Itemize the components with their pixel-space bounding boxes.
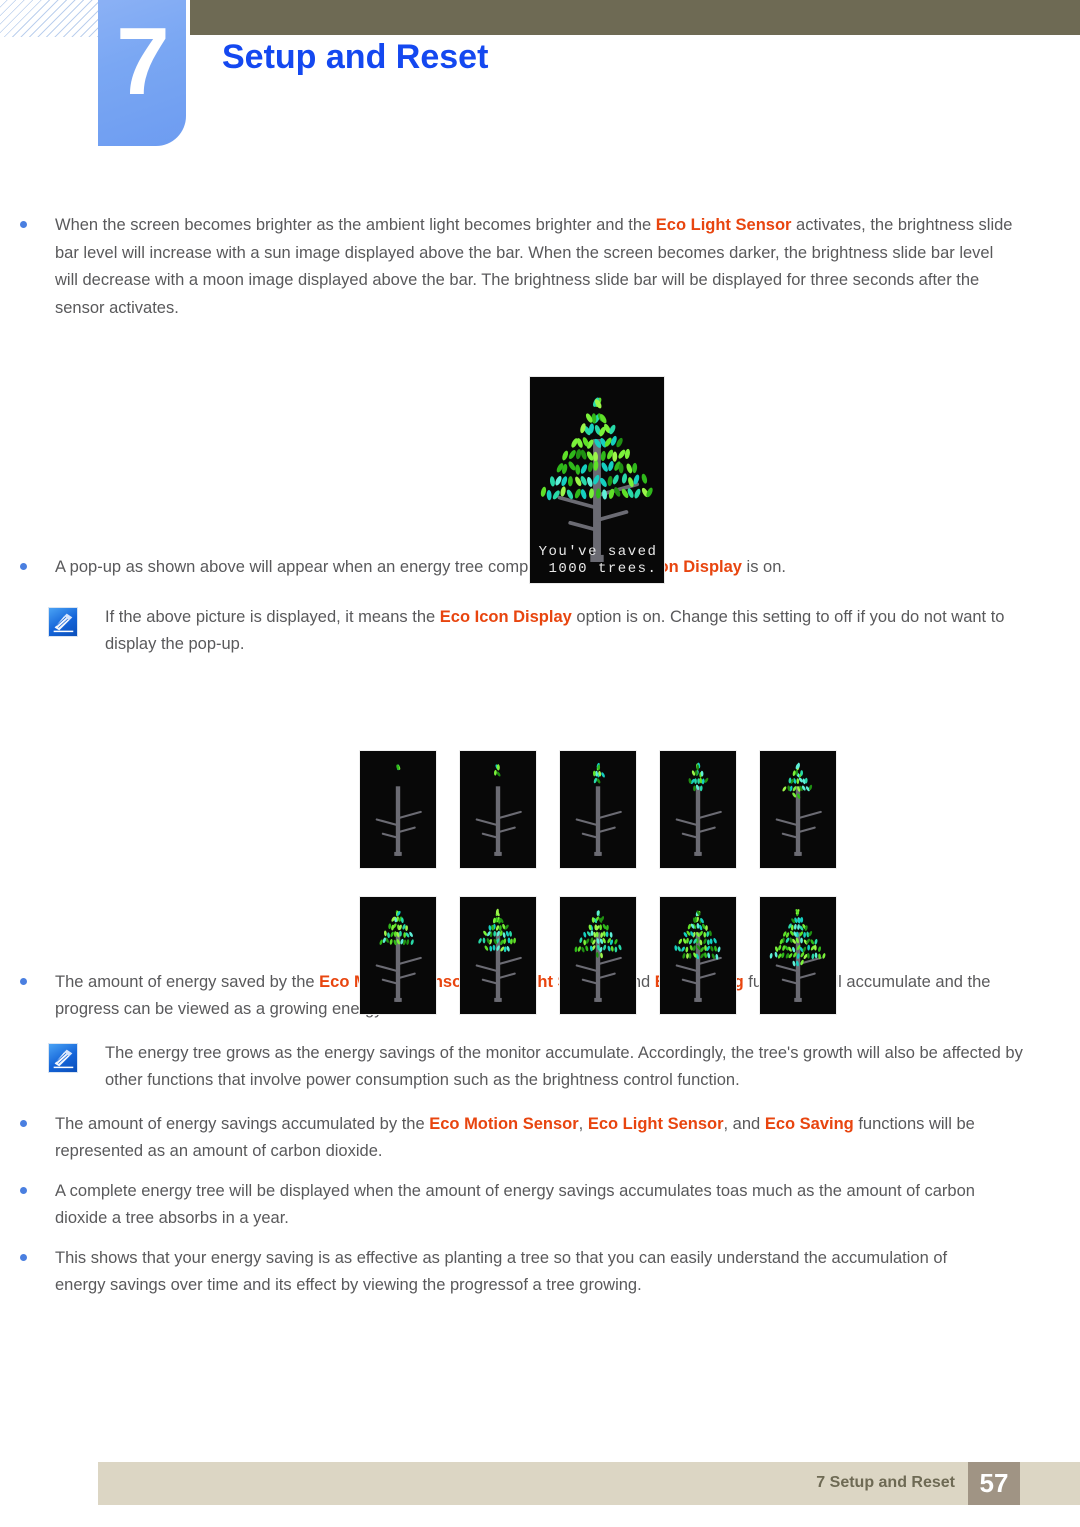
header-olive-bar xyxy=(190,0,1080,35)
chapter-number-block: 7 xyxy=(98,0,186,146)
list-item: When the screen becomes brighter as the … xyxy=(0,212,1020,322)
energy-tree-stage xyxy=(459,750,537,869)
energy-tree-stage-graphic xyxy=(660,751,736,868)
energy-tree-stage-graphic xyxy=(360,751,436,868)
highlighted-term: Eco Light Sensor xyxy=(655,216,792,234)
note-text: The energy tree grows as the energy savi… xyxy=(105,1043,1023,1090)
list-item: A pop-up as shown above will appear when… xyxy=(0,554,1020,582)
energy-tree-stage-graphic xyxy=(660,897,736,1014)
chapter-number: 7 xyxy=(116,8,169,115)
energy-tree-stage xyxy=(359,750,437,869)
page-number: 57 xyxy=(968,1462,1020,1505)
highlighted-term: Eco Icon Display xyxy=(439,607,572,626)
note-box: The energy tree grows as the energy savi… xyxy=(0,1040,1025,1095)
bullet-marker xyxy=(20,1186,27,1194)
list-item: This shows that your energy saving is as… xyxy=(0,1245,985,1300)
bullet-marker xyxy=(20,563,27,570)
energy-tree-stage-graphic xyxy=(760,751,836,868)
energy-tree-stage xyxy=(759,896,837,1015)
highlighted-term: Eco Motion Sensor xyxy=(429,1114,579,1133)
list-item: A complete energy tree will be displayed… xyxy=(0,1178,1022,1233)
note-text: If the above picture is displayed, it me… xyxy=(105,607,1005,654)
energy-tree-stage xyxy=(759,750,837,869)
highlighted-term: Eco Light Sensor xyxy=(587,1114,724,1133)
footer-label: 7 Setup and Reset xyxy=(816,1474,955,1491)
bullet-marker xyxy=(20,1253,27,1261)
bullet-text: When the screen becomes brighter as the … xyxy=(55,216,1013,317)
tree-grid-spacer xyxy=(0,659,1080,969)
bullet-marker xyxy=(20,1119,27,1127)
page-title: Setup and Reset xyxy=(222,38,489,76)
bullet-text: The amount of energy saved by the Eco Mo… xyxy=(55,972,991,1019)
highlighted-term: Eco Saving xyxy=(764,1114,854,1133)
energy-tree-stage-graphic xyxy=(560,897,636,1014)
page-footer: 7 Setup and Reset 57 xyxy=(0,1462,1080,1505)
energy-tree-popup: You've saved 1000 trees. xyxy=(529,376,665,584)
energy-tree-stage xyxy=(459,896,537,1015)
energy-tree-stage xyxy=(659,896,737,1015)
bullet-text: The amount of energy savings accumulated… xyxy=(55,1114,975,1161)
page-header: 7 Setup and Reset xyxy=(0,0,1080,150)
energy-tree-stage-graphic xyxy=(460,897,536,1014)
energy-tree-stage xyxy=(559,750,637,869)
bullet-text: A complete energy tree will be displayed… xyxy=(55,1181,975,1228)
energy-tree-stage xyxy=(559,896,637,1015)
energy-tree-stage-graphic xyxy=(760,897,836,1014)
energy-tree-stage xyxy=(659,750,737,869)
note-pencil-icon xyxy=(48,1042,78,1073)
list-item: The amount of energy savings accumulated… xyxy=(0,1111,1020,1166)
energy-tree-stage-graphic xyxy=(460,751,536,868)
energy-tree-stage xyxy=(359,896,437,1015)
page-content: When the screen becomes brighter as the … xyxy=(0,150,1080,1300)
energy-tree-stage-graphic xyxy=(360,897,436,1014)
energy-tree-popup-text: You've saved 1000 trees. xyxy=(538,544,658,577)
note-pencil-icon xyxy=(48,606,78,637)
energy-tree-stage-graphic xyxy=(560,751,636,868)
bullet-text: This shows that your energy saving is as… xyxy=(55,1248,948,1295)
note-box: If the above picture is displayed, it me… xyxy=(0,604,1005,659)
bullet-marker xyxy=(20,221,27,228)
bullet-marker xyxy=(20,977,27,985)
